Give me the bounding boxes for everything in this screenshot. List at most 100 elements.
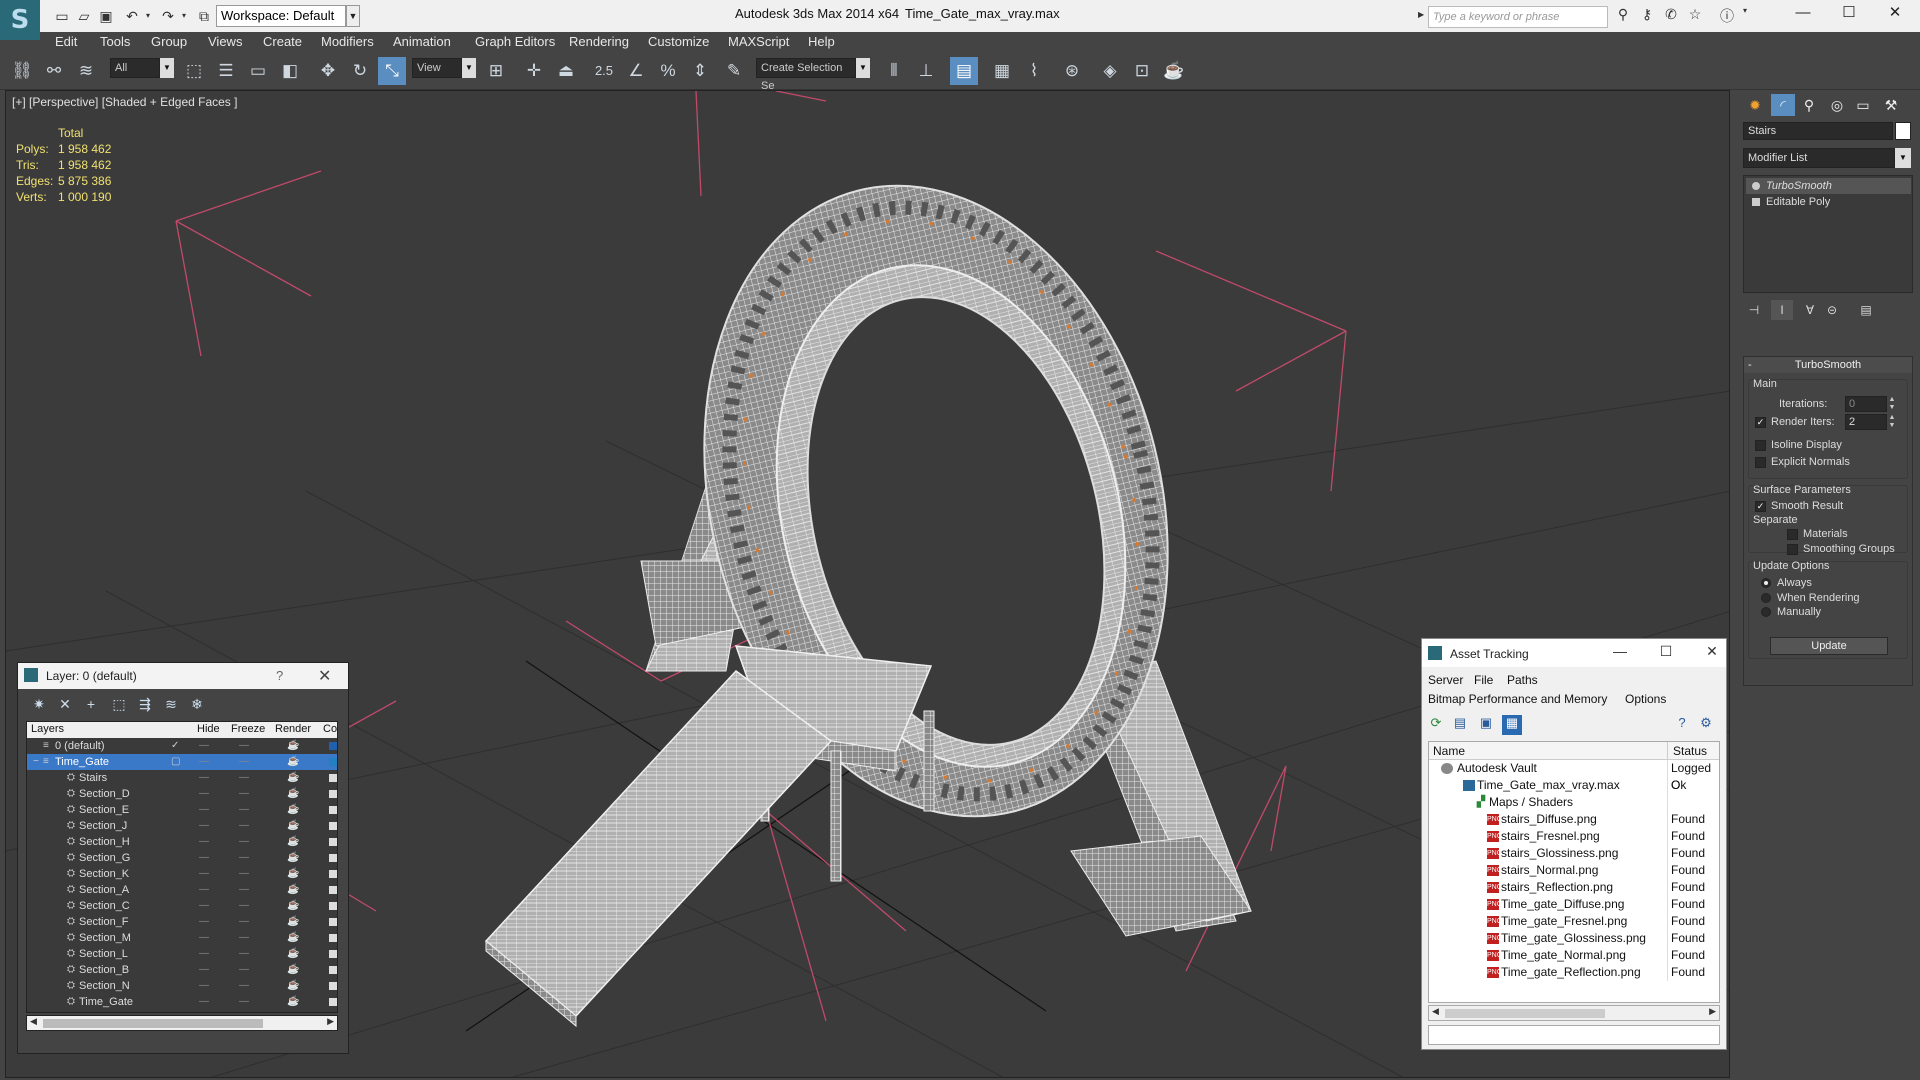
freeze-toggle[interactable]: —: [239, 914, 249, 930]
material-editor-icon[interactable]: ◈: [1096, 57, 1124, 85]
application-menu-button[interactable]: S: [0, 0, 40, 40]
search-expand-icon[interactable]: ▶: [1418, 10, 1424, 19]
asset-row[interactable]: PNG Time_gate_Normal.png Found: [1429, 947, 1719, 964]
percent-snap-icon[interactable]: %: [654, 57, 682, 85]
layer-color-swatch[interactable]: [329, 758, 337, 766]
iterations-spinner[interactable]: 0: [1845, 396, 1887, 412]
hide-all-icon[interactable]: ≋: [160, 696, 182, 716]
snaps-toggle-icon[interactable]: 2.5: [590, 57, 618, 85]
hide-toggle[interactable]: —: [199, 898, 209, 914]
asset-row[interactable]: ▞ Maps / Shaders: [1429, 794, 1719, 811]
new-file-icon[interactable]: ▭: [52, 6, 72, 26]
scroll-left-icon[interactable]: ◀: [30, 1016, 37, 1027]
thumbnail-view-icon[interactable]: ▣: [1476, 715, 1496, 735]
freeze-toggle[interactable]: —: [239, 802, 249, 818]
select-and-link-icon[interactable]: ⛓: [8, 57, 36, 85]
layer-row[interactable]: ⛭ Section_E — — ☕: [27, 802, 337, 818]
hide-toggle[interactable]: —: [199, 930, 209, 946]
angle-snap-icon[interactable]: ∠: [622, 57, 650, 85]
bind-space-warp-icon[interactable]: ≋: [72, 57, 100, 85]
menu-edit[interactable]: Edit: [55, 34, 77, 49]
col-name[interactable]: Name: [1433, 744, 1465, 758]
layer-row[interactable]: − ≡ Time_Gate ▢ — — ☕: [27, 754, 337, 770]
project-folder-icon[interactable]: ⧉: [194, 6, 214, 26]
stack-item-editable-poly[interactable]: Editable Poly: [1746, 194, 1911, 210]
schematic-view-icon[interactable]: ⊛: [1058, 57, 1086, 85]
create-tab-icon[interactable]: ✹: [1743, 94, 1767, 116]
hide-toggle[interactable]: —: [199, 850, 209, 866]
undo-dropdown-icon[interactable]: ▾: [138, 6, 158, 26]
menu-group[interactable]: Group: [151, 34, 187, 49]
layer-row[interactable]: ⛭ Section_H — — ☕: [27, 834, 337, 850]
layer-row[interactable]: ⛭ Section_A — — ☕: [27, 882, 337, 898]
rectangular-selection-icon[interactable]: ▭: [244, 57, 272, 85]
add-selection-icon[interactable]: ▢: [171, 754, 180, 770]
layer-color-swatch[interactable]: [329, 822, 337, 830]
edit-named-selection-icon[interactable]: ✎: [720, 57, 748, 85]
hide-toggle[interactable]: —: [199, 802, 209, 818]
object-color-swatch[interactable]: [1895, 122, 1911, 140]
unlink-icon[interactable]: ⚯: [40, 57, 68, 85]
menu-file[interactable]: File: [1474, 673, 1493, 687]
show-end-result-icon[interactable]: I: [1771, 300, 1793, 320]
layer-color-swatch[interactable]: [329, 854, 337, 862]
menu-views[interactable]: Views: [208, 34, 242, 49]
render-teapot-icon[interactable]: ☕: [287, 818, 299, 834]
col-render[interactable]: Render: [275, 723, 311, 735]
render-iters-spinner[interactable]: 2: [1845, 414, 1887, 430]
menu-help[interactable]: Help: [808, 34, 835, 49]
menu-tools[interactable]: Tools: [100, 34, 130, 49]
spinner-snap-icon[interactable]: ⇕: [686, 57, 714, 85]
col-status[interactable]: Status: [1673, 744, 1707, 758]
create-layer-icon[interactable]: ✷: [28, 696, 50, 716]
menu-graph-editors[interactable]: Graph Editors: [475, 34, 555, 49]
hide-toggle[interactable]: —: [199, 754, 209, 770]
refresh-icon[interactable]: ⟳: [1426, 715, 1446, 735]
align-icon[interactable]: ⊥: [912, 57, 940, 85]
freeze-toggle[interactable]: —: [239, 818, 249, 834]
menu-modifiers[interactable]: Modifiers: [321, 34, 374, 49]
asset-row[interactable]: Autodesk Vault Logged O: [1429, 760, 1719, 792]
keyboard-shortcut-override-icon[interactable]: ⏏: [552, 57, 580, 85]
scroll-right-icon[interactable]: ▶: [1709, 1006, 1716, 1017]
freeze-toggle[interactable]: —: [239, 994, 249, 1010]
always-radio[interactable]: [1761, 578, 1771, 588]
layer-color-swatch[interactable]: [329, 742, 337, 750]
rollout-header[interactable]: - TurboSmooth: [1744, 357, 1912, 373]
lightbulb-icon[interactable]: [1752, 182, 1760, 190]
hide-toggle[interactable]: —: [199, 914, 209, 930]
layer-row[interactable]: ⛭ Section_M — — ☕: [27, 930, 337, 946]
menu-create[interactable]: Create: [263, 34, 302, 49]
menu-bitmap-performance[interactable]: Bitmap Performance and Memory: [1428, 692, 1607, 706]
layer-dialog-title-bar[interactable]: Layer: 0 (default) ? ✕: [18, 663, 348, 689]
layer-row[interactable]: ⛭ Section_B — — ☕: [27, 962, 337, 978]
hide-toggle[interactable]: —: [199, 882, 209, 898]
layer-row[interactable]: ⛭ Section_G — — ☕: [27, 850, 337, 866]
configure-modifier-sets-icon[interactable]: ▤: [1855, 300, 1877, 320]
render-teapot-icon[interactable]: ☕: [287, 786, 299, 802]
asset-row[interactable]: PNG Time_gate_Diffuse.png Found: [1429, 896, 1719, 913]
pivot-center-icon[interactable]: ⊞: [482, 57, 510, 85]
freeze-toggle[interactable]: —: [239, 850, 249, 866]
chevron-down-icon[interactable]: ▼: [346, 5, 360, 27]
minimize-button[interactable]: —: [1608, 643, 1632, 663]
render-teapot-icon[interactable]: ☕: [287, 930, 299, 946]
layer-explorer-icon[interactable]: ▤: [950, 57, 978, 85]
freeze-toggle[interactable]: —: [239, 866, 249, 882]
binoculars-icon[interactable]: ⚲: [1612, 6, 1634, 26]
freeze-toggle[interactable]: —: [239, 754, 249, 770]
materials-checkbox[interactable]: [1787, 529, 1798, 540]
freeze-toggle[interactable]: —: [239, 898, 249, 914]
layer-color-swatch[interactable]: [329, 982, 337, 990]
asset-row[interactable]: Time_Gate_max_vray.max Ok: [1429, 777, 1719, 794]
help-icon[interactable]: ?: [1672, 715, 1692, 735]
layer-color-swatch[interactable]: [329, 774, 337, 782]
hide-toggle[interactable]: —: [199, 994, 209, 1010]
freeze-all-icon[interactable]: ❄: [186, 696, 208, 716]
smoothing-groups-checkbox[interactable]: [1787, 544, 1798, 555]
layer-color-swatch[interactable]: [329, 966, 337, 974]
freeze-toggle[interactable]: —: [239, 930, 249, 946]
modify-tab-icon[interactable]: ◜: [1771, 94, 1795, 116]
asset-row[interactable]: PNG stairs_Normal.png Found: [1429, 862, 1719, 879]
asset-row[interactable]: PNG Time_gate_Reflection.png Found: [1429, 964, 1719, 981]
